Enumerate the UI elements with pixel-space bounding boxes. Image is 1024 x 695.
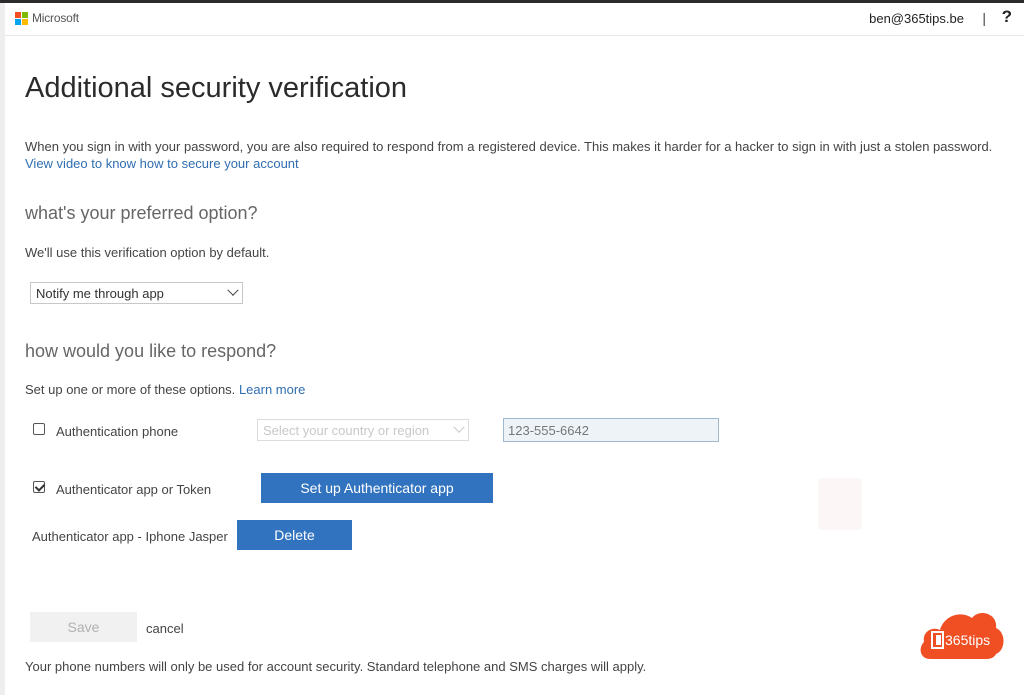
- respond-description-text: Set up one or more of these options.: [25, 382, 236, 397]
- footer-note: Your phone numbers will only be used for…: [25, 659, 647, 674]
- view-video-link[interactable]: View video to know how to secure your ac…: [25, 156, 299, 171]
- authenticator-app-label: Authenticator app or Token: [56, 482, 212, 497]
- top-header: Microsoft ben@365tips.be | ?: [5, 3, 1024, 36]
- authentication-phone-label: Authentication phone: [56, 424, 179, 439]
- chevron-down-icon: [227, 284, 239, 296]
- preferred-option-select[interactable]: Notify me through app: [30, 282, 243, 304]
- microsoft-brand-text: Microsoft: [32, 11, 79, 25]
- background-ghost-shape: [818, 478, 862, 530]
- phone-number-input[interactable]: [503, 418, 719, 442]
- help-icon[interactable]: ?: [1002, 7, 1012, 27]
- learn-more-link[interactable]: Learn more: [239, 382, 305, 397]
- window-left-border: [0, 3, 5, 695]
- delete-device-button[interactable]: Delete: [237, 520, 352, 550]
- header-separator: |: [982, 10, 986, 26]
- preferred-option-selected: Notify me through app: [36, 286, 164, 301]
- intro-paragraph: When you sign in with your password, you…: [25, 139, 993, 154]
- respond-heading: how would you like to respond?: [25, 341, 277, 361]
- preferred-option-description: We'll use this verification option by de…: [25, 245, 270, 260]
- microsoft-logo-icon: [15, 12, 28, 25]
- cancel-link[interactable]: cancel: [146, 621, 184, 636]
- setup-authenticator-button[interactable]: Set up Authenticator app: [261, 473, 493, 503]
- save-button[interactable]: Save: [30, 612, 137, 642]
- watermark-text: 365tips: [945, 632, 991, 648]
- authenticator-app-checkbox[interactable]: [33, 481, 45, 493]
- chevron-down-icon: [453, 421, 465, 433]
- country-region-placeholder: Select your country or region: [263, 423, 430, 438]
- intro-text: When you sign in with your password, you…: [25, 138, 992, 172]
- user-account-email[interactable]: ben@365tips.be: [869, 11, 964, 26]
- preferred-option-heading: what's your preferred option?: [25, 203, 258, 223]
- country-region-select[interactable]: Select your country or region: [257, 419, 469, 441]
- respond-description: Set up one or more of these options. Lea…: [25, 382, 305, 397]
- page-title: Additional security verification: [25, 72, 408, 104]
- authenticator-device-label: Authenticator app - Iphone Jasper: [32, 529, 228, 544]
- authentication-phone-checkbox[interactable]: [33, 423, 45, 435]
